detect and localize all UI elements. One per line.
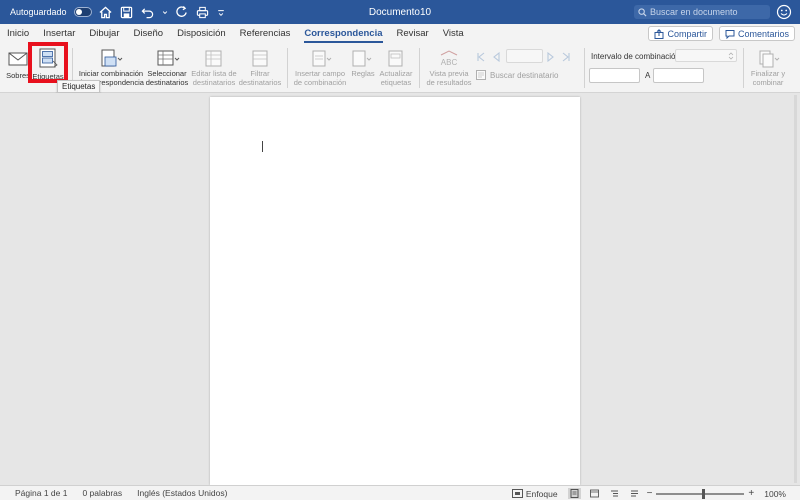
tab-vista[interactable]: Vista xyxy=(436,24,471,44)
print-icon[interactable] xyxy=(196,5,210,19)
title-bar: Documento10 Autoguardado Buscar en docum… xyxy=(0,0,800,24)
find-recipient-button[interactable]: Buscar destinatario xyxy=(476,70,558,80)
preview-icon: ABC xyxy=(441,50,458,67)
preview-label-2: de resultados xyxy=(426,77,472,87)
ribbon-correspondencia: Sobres Etiquetas Iniciar combinación de … xyxy=(0,44,800,93)
filter-label-2: destinatarios xyxy=(238,77,282,87)
update-labels-label-2: etiquetas xyxy=(380,77,412,87)
find-recipient-label: Buscar destinatario xyxy=(490,70,559,80)
focus-button[interactable]: Enfoque xyxy=(526,489,558,499)
merge-range-select[interactable] xyxy=(675,49,737,62)
merge-range-from-field[interactable] xyxy=(589,68,640,83)
insert-field-label-2: de combinación xyxy=(293,77,347,87)
edit-recipient-list-button[interactable]: Editar lista de destinatarios xyxy=(190,48,238,87)
zoom-slider-thumb[interactable] xyxy=(702,488,706,499)
first-record-icon[interactable] xyxy=(476,52,486,62)
web-layout-icon xyxy=(589,489,599,498)
word-count[interactable]: 0 palabras xyxy=(82,488,122,498)
feedback-smiley-icon[interactable] xyxy=(776,4,792,20)
next-record-icon[interactable] xyxy=(546,52,556,62)
zoom-level[interactable]: 100% xyxy=(764,489,786,499)
outline-view-button[interactable] xyxy=(608,488,621,499)
redo-icon[interactable] xyxy=(175,5,189,19)
zoom-in-button[interactable]: + xyxy=(748,488,754,499)
preview-results-button[interactable]: ABC Vista previa de resultados xyxy=(424,48,474,87)
filter-icon xyxy=(252,50,268,67)
tab-referencias[interactable]: Referencias xyxy=(233,24,298,44)
search-document-box[interactable]: Buscar en documento xyxy=(634,5,770,19)
ribbon-tab-bar: Inicio Insertar Dibujar Diseño Disposici… xyxy=(0,24,800,44)
vertical-scrollbar[interactable] xyxy=(793,95,798,483)
zoom-out-button[interactable]: − xyxy=(647,488,653,499)
previous-record-icon[interactable] xyxy=(491,52,501,62)
print-layout-view-button[interactable] xyxy=(567,488,581,499)
rules-button[interactable]: Reglas xyxy=(349,48,377,79)
print-layout-icon xyxy=(570,489,579,498)
save-icon[interactable] xyxy=(120,5,134,19)
update-labels-button[interactable]: Actualizar etiquetas xyxy=(379,48,413,87)
web-layout-view-button[interactable] xyxy=(588,488,601,499)
autosave-label: Autoguardado xyxy=(10,7,67,17)
envelopes-button[interactable]: Sobres xyxy=(6,48,30,81)
tab-correspondencia[interactable]: Correspondencia xyxy=(297,24,389,44)
labels-tooltip: Etiquetas xyxy=(57,80,101,93)
select-recipients-icon xyxy=(157,50,180,66)
start-merge-icon xyxy=(101,49,123,67)
share-label: Compartir xyxy=(667,28,707,39)
edit-list-label-2: destinatarios xyxy=(192,77,236,87)
merge-range-to-field[interactable] xyxy=(653,68,704,83)
outline-icon xyxy=(610,490,618,497)
find-recipient-icon xyxy=(476,70,486,80)
preview-icon-text: ABC xyxy=(441,58,458,67)
insert-field-icon xyxy=(312,50,332,67)
draft-view-button[interactable] xyxy=(628,488,641,499)
document-page[interactable] xyxy=(210,97,580,485)
comments-label: Comentarios xyxy=(737,28,789,39)
finish-merge-button[interactable]: Finalizar y combinar xyxy=(748,48,788,87)
select-recipients-button[interactable]: Seleccionar destinatarios xyxy=(145,48,189,87)
update-labels-icon xyxy=(388,50,403,67)
labels-highlight-box xyxy=(28,42,68,83)
tab-disposicion[interactable]: Disposición xyxy=(170,24,233,44)
search-placeholder: Buscar en documento xyxy=(650,7,738,17)
finish-merge-label-2: combinar xyxy=(752,77,784,87)
share-button[interactable]: Compartir xyxy=(648,26,713,41)
merge-range-to-label: A xyxy=(645,71,651,80)
insert-merge-field-button[interactable]: Insertar campo de combinación xyxy=(292,48,348,87)
customize-toolbar-icon[interactable] xyxy=(217,5,225,19)
undo-icon[interactable] xyxy=(141,5,155,19)
undo-dropdown-icon[interactable] xyxy=(162,5,168,19)
select-arrows-icon xyxy=(728,52,734,60)
home-icon[interactable] xyxy=(99,5,113,19)
status-bar: Página 1 de 1 0 palabras Inglés (Estados… xyxy=(0,485,800,500)
envelopes-label: Sobres xyxy=(6,71,30,80)
tab-dibujar[interactable]: Dibujar xyxy=(82,24,126,44)
comments-button[interactable]: Comentarios xyxy=(718,26,795,41)
tab-diseno[interactable]: Diseño xyxy=(127,24,171,44)
rules-label: Reglas xyxy=(351,69,375,78)
comment-icon xyxy=(725,29,735,39)
select-recipients-label-2: destinatarios xyxy=(145,77,189,87)
finish-merge-icon xyxy=(759,50,780,68)
tab-inicio[interactable]: Inicio xyxy=(0,24,36,44)
rules-icon xyxy=(352,50,372,67)
edit-list-icon xyxy=(205,50,222,67)
text-cursor xyxy=(262,141,263,152)
page-count[interactable]: Página 1 de 1 xyxy=(15,488,67,498)
autosave-toggle[interactable] xyxy=(73,7,92,17)
draft-icon xyxy=(630,490,638,497)
tab-insertar[interactable]: Insertar xyxy=(36,24,82,44)
share-icon xyxy=(654,28,664,39)
tab-revisar[interactable]: Revisar xyxy=(390,24,436,44)
filter-recipients-button[interactable]: Filtrar destinatarios xyxy=(238,48,282,87)
document-canvas[interactable] xyxy=(0,93,800,485)
record-number-field[interactable] xyxy=(506,49,543,63)
search-icon xyxy=(638,7,647,17)
merge-range-label: Intervalo de combinación xyxy=(591,52,680,61)
envelope-icon xyxy=(8,52,28,66)
zoom-slider[interactable] xyxy=(656,488,745,499)
focus-icon xyxy=(511,489,523,498)
last-record-icon[interactable] xyxy=(561,52,571,62)
language[interactable]: Inglés (Estados Unidos) xyxy=(137,488,227,498)
